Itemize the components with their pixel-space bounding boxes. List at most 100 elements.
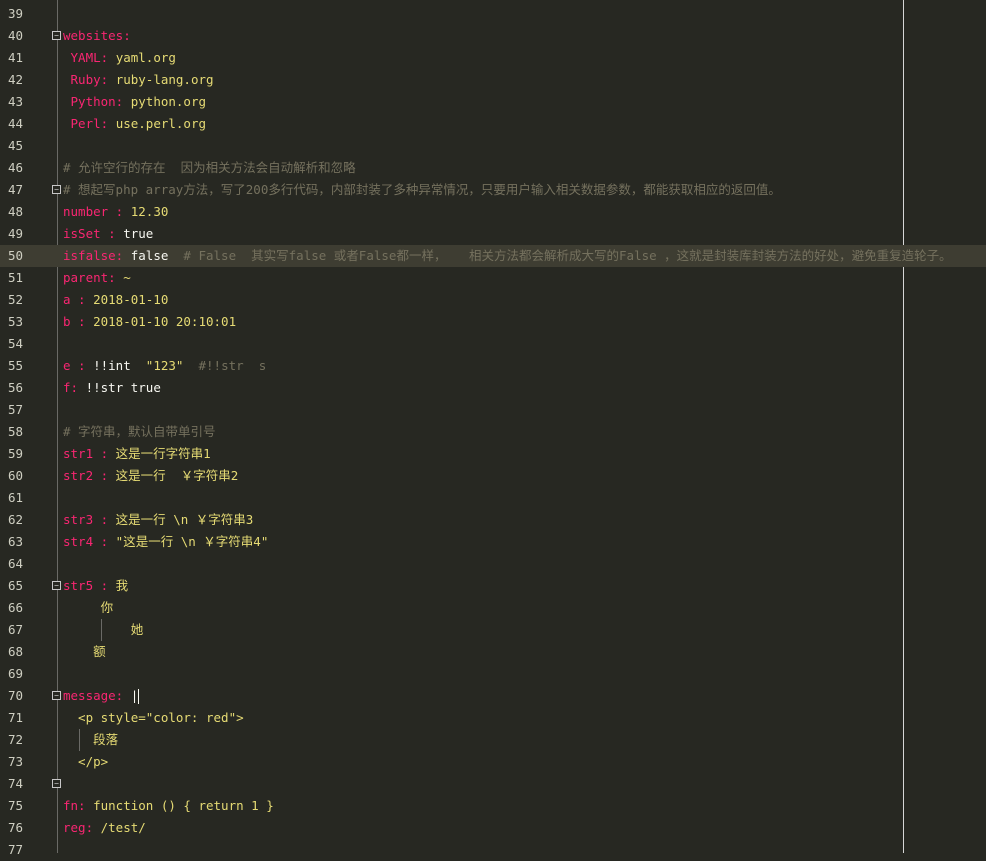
code-text: str3 : 这是一行 \n ￥字符串3 [63,509,253,531]
token-key: b : [63,314,86,329]
code-line[interactable]: 69 [0,663,986,685]
code-line[interactable]: 40 − websites: [0,25,986,47]
code-text: </p> [63,751,108,773]
code-line[interactable]: 60 str2 : 这是一行 ￥字符串2 [0,465,986,487]
token-plain: true [115,226,154,241]
token-str: 你 [63,600,114,615]
code-line[interactable]: 47 − # 想起写php array方法，写了200多行代码，内部封装了多种异常情… [0,179,986,201]
fold-toggle-icon[interactable]: − [52,691,61,700]
code-line[interactable]: 66 你 [0,597,986,619]
line-number: 64 [8,556,24,571]
line-number: 67 [8,622,24,637]
code-line[interactable]: 77 [0,839,986,861]
code-line[interactable]: 44 Perl: use.perl.org [0,113,986,135]
code-text: 段落 [63,729,118,751]
token-plain: !!str true [78,380,161,395]
code-text: a : 2018-01-10 [63,289,168,311]
line-number: 57 [8,402,24,417]
token-key: isSet : [63,226,116,241]
code-line[interactable]: 65 − str5 : 我 [0,575,986,597]
code-editor[interactable]: 39 40− websites: 41 YAML: yaml.org 42 Ruby: … [0,3,986,861]
code-line[interactable]: 49 isSet : true [0,223,986,245]
indent-guide [101,619,102,641]
code-line[interactable]: 56 f: !!str true [0,377,986,399]
code-line[interactable]: 39 [0,3,986,25]
fold-toggle-icon[interactable]: − [52,31,61,40]
code-line[interactable]: 76 reg: /test/ [0,817,986,839]
code-line[interactable]: 57 [0,399,986,421]
code-text: e : !!int "123" #!!str s [63,355,266,377]
code-line[interactable]: 50 isfalse: false # False 其实写false 或者Fals… [0,245,986,267]
line-number: 77 [8,842,24,857]
code-line[interactable]: 52 a : 2018-01-10 [0,289,986,311]
code-text: 额 [63,641,106,663]
code-line[interactable]: 45 [0,135,986,157]
token-key: f: [63,380,79,395]
code-text: message: | [63,685,140,707]
token-key: e : [63,358,86,373]
fold-toggle-icon[interactable]: − [52,779,61,788]
token-key: str5 : [63,578,109,593]
code-line[interactable]: 59 str1 : 这是一行字符串1 [0,443,986,465]
code-line[interactable]: 68 额 [0,641,986,663]
code-line[interactable]: 54 [0,333,986,355]
token-key: str2 : [63,468,109,483]
code-line[interactable]: 63 str4 : "这是一行 \n ￥字符串4" [0,531,986,553]
code-line[interactable]: 48 number : 12.30 [0,201,986,223]
code-text: <p style="color: red"> [63,707,244,729]
line-number: 72 [8,732,24,747]
code-line[interactable]: 70 − message: | [0,685,986,707]
token-com: # 字符串，默认自带单引号 [63,424,216,439]
code-line[interactable]: 62 str3 : 这是一行 \n ￥字符串3 [0,509,986,531]
code-text: b : 2018-01-10 20:10:01 [63,311,236,333]
code-line[interactable]: 53 b : 2018-01-10 20:10:01 [0,311,986,333]
code-line[interactable]: 43 Python: python.org [0,91,986,113]
code-text: Perl: use.perl.org [63,113,206,135]
token-plain: !!int [85,358,146,373]
line-number: 43 [8,94,24,109]
code-text: Ruby: ruby-lang.org [63,69,214,91]
line-number: 47 [8,182,24,197]
code-line[interactable]: 42 Ruby: ruby-lang.org [0,69,986,91]
token-key: Perl: [70,116,109,131]
code-line[interactable]: 64 [0,553,986,575]
code-text: number : 12.30 [63,201,168,223]
token-key: YAML: [70,50,109,65]
fold-toggle-icon[interactable]: − [52,185,61,194]
text-cursor [138,689,140,704]
code-line[interactable]: 46 # 允许空行的存在 因为相关方法会自动解析和忽略 [0,157,986,179]
code-line[interactable]: 55 e : !!int "123" #!!str s [0,355,986,377]
token-str: "123" [145,358,184,373]
code-line[interactable]: 51 parent: ~ [0,267,986,289]
line-number: 61 [8,490,24,505]
token-num: 2018-01-10 [85,292,169,307]
line-number: 42 [8,72,24,87]
code-line[interactable]: 41 YAML: yaml.org [0,47,986,69]
token-com: #!!str s [183,358,267,373]
code-line[interactable]: 72 段落 [0,729,986,751]
code-line[interactable]: 71 <p style="color: red"> [0,707,986,729]
line-number: 52 [8,292,24,307]
code-line[interactable]: 75 fn: function () { return 1 } [0,795,986,817]
code-text: str4 : "这是一行 \n ￥字符串4" [63,531,268,553]
token-str: 我 [108,578,129,593]
line-number: 58 [8,424,24,439]
line-number: 46 [8,160,24,175]
fold-toggle-icon[interactable]: − [52,581,61,590]
code-line[interactable]: 73 </p> [0,751,986,773]
token-str: /test/ [93,820,146,835]
token-com: # False 其实写false 或者False都一样， 相关方法都会解析成大写… [168,248,952,263]
line-number: 51 [8,270,24,285]
code-line[interactable]: 67 她 [0,619,986,641]
code-text: YAML: yaml.org [63,47,176,69]
code-line[interactable]: 74 − [0,773,986,795]
token-num: 2018-01-10 20:10:01 [85,314,237,329]
line-number: 55 [8,358,24,373]
code-line[interactable]: 61 [0,487,986,509]
code-line[interactable]: 58 # 字符串，默认自带单引号 [0,421,986,443]
code-text: # 想起写php array方法，写了200多行代码，内部封装了多种异常情况，只… [63,179,781,201]
token-num: 12.30 [123,204,169,219]
